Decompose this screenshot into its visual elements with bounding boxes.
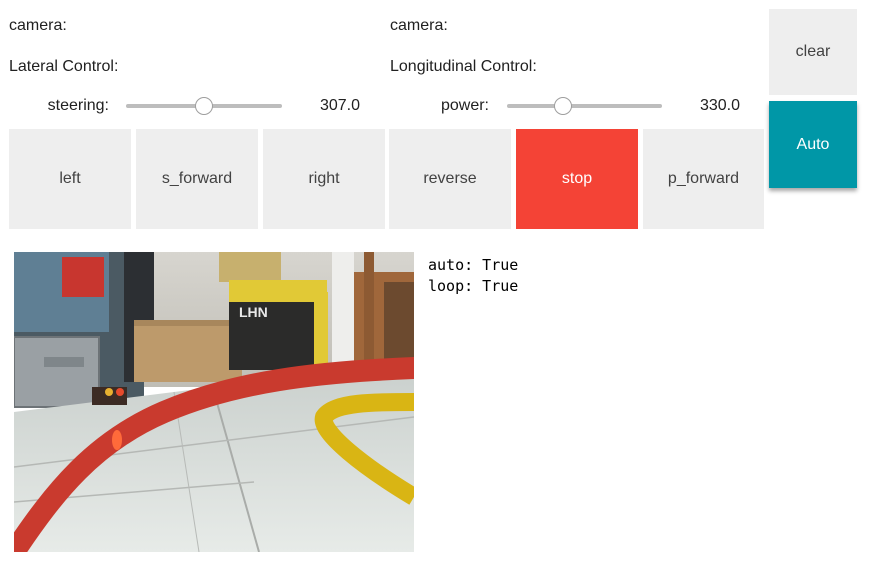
longitudinal-control-label: Longitudinal Control: bbox=[390, 58, 537, 75]
lateral-control-label: Lateral Control: bbox=[9, 58, 119, 75]
steering-label: steering: bbox=[47, 97, 109, 114]
power-slider-thumb[interactable] bbox=[554, 97, 572, 115]
clear-button[interactable]: clear bbox=[769, 9, 857, 95]
reverse-button[interactable]: reverse bbox=[389, 129, 511, 229]
svg-text:LHN: LHN bbox=[239, 304, 268, 320]
right-button[interactable]: right bbox=[263, 129, 385, 229]
power-value: 330.0 bbox=[699, 97, 740, 114]
stop-button[interactable]: stop bbox=[516, 129, 638, 229]
steering-slider[interactable] bbox=[126, 95, 282, 117]
p-forward-button[interactable]: p_forward bbox=[643, 129, 764, 229]
power-slider[interactable] bbox=[507, 95, 662, 117]
right-camera-label: camera: bbox=[390, 17, 448, 34]
steering-slider-thumb[interactable] bbox=[195, 97, 213, 115]
loop-status: loop: True bbox=[428, 277, 519, 295]
s-forward-button[interactable]: s_forward bbox=[136, 129, 258, 229]
auto-button[interactable]: Auto bbox=[769, 101, 857, 188]
power-slider-track bbox=[507, 104, 662, 108]
auto-status: auto: True bbox=[428, 256, 519, 274]
camera-feed-image: LHN bbox=[14, 252, 414, 552]
left-button[interactable]: left bbox=[9, 129, 131, 229]
left-camera-label: camera: bbox=[9, 17, 67, 34]
power-label: power: bbox=[440, 97, 489, 114]
camera-feed-scene: LHN bbox=[14, 252, 414, 552]
steering-value: 307.0 bbox=[319, 97, 360, 114]
